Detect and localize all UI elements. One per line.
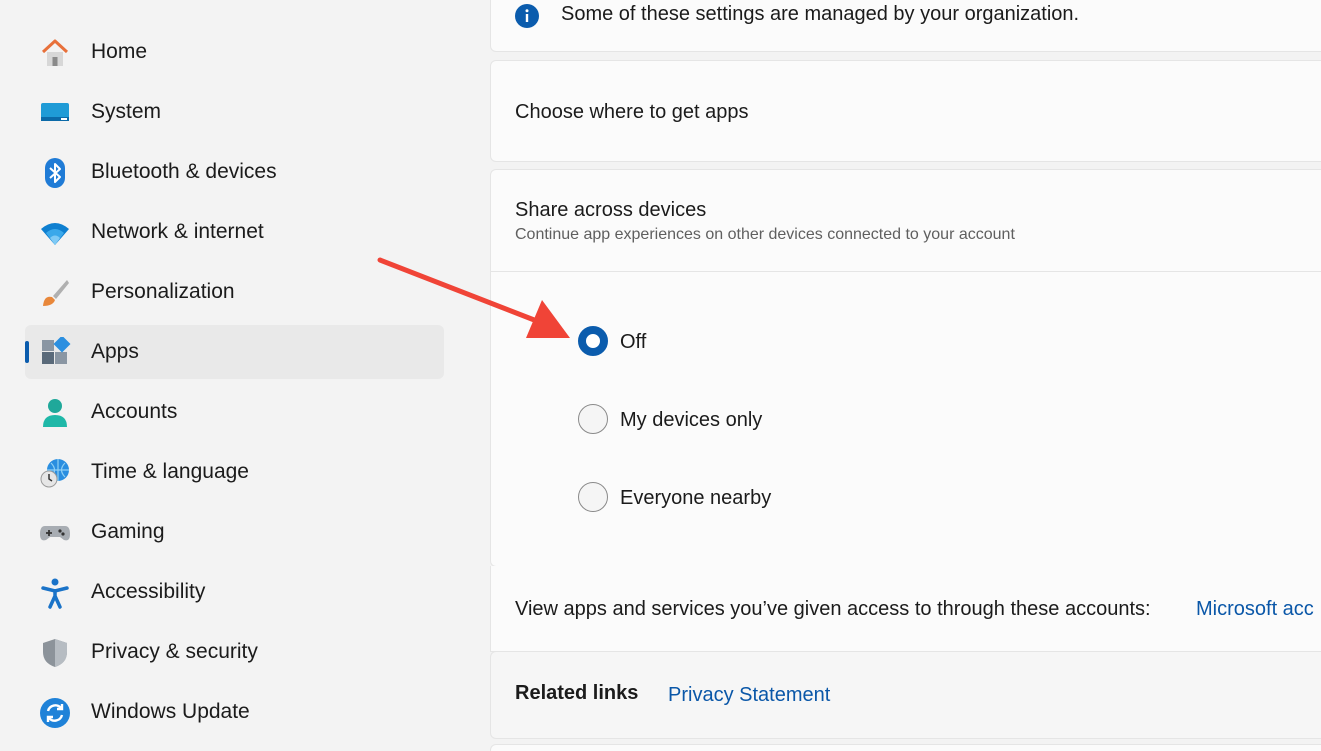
info-icon — [515, 4, 539, 33]
gamepad-icon — [39, 517, 71, 549]
sidebar-item-label: Time & language — [91, 460, 249, 483]
sidebar-item-label: Privacy & security — [91, 640, 258, 663]
sidebar-item-home[interactable]: Home — [25, 25, 444, 79]
sidebar-item-time-language[interactable]: Time & language — [25, 445, 444, 499]
sidebar-item-label: Network & internet — [91, 220, 264, 243]
radio-button[interactable] — [578, 404, 608, 434]
privacy-statement-link[interactable]: Privacy Statement — [668, 684, 830, 707]
account-icon — [39, 397, 71, 429]
sidebar-item-label: Gaming — [91, 520, 165, 543]
managed-notice-text: Some of these settings are managed by yo… — [561, 3, 1080, 25]
selection-indicator — [25, 341, 29, 363]
sidebar-item-privacy-security[interactable]: Privacy & security — [25, 625, 444, 679]
related-links-label: Related links — [515, 682, 639, 704]
share-across-devices-card: Share across devices Continue app experi… — [490, 169, 1321, 567]
globe-clock-icon — [39, 457, 71, 489]
account-access-card: View apps and services you’ve given acce… — [490, 566, 1321, 652]
related-links-card: Related links Privacy Statement — [490, 651, 1321, 739]
accessibility-icon — [39, 577, 71, 609]
next-card-edge — [490, 744, 1321, 751]
choose-where-label: Choose where to get apps — [515, 101, 749, 123]
home-icon — [39, 37, 71, 69]
settings-window: Home System Bluetooth & devices Network … — [0, 0, 1321, 751]
sidebar-item-label: Apps — [91, 340, 139, 363]
radio-button-checked[interactable] — [578, 326, 608, 356]
radio-label[interactable]: Off — [620, 331, 646, 354]
share-divider — [490, 271, 1321, 272]
account-access-text: View apps and services you’ve given acce… — [515, 598, 1151, 620]
system-icon — [39, 97, 71, 129]
radio-label[interactable]: My devices only — [620, 409, 762, 432]
sidebar-item-windows-update[interactable]: Windows Update — [25, 685, 444, 739]
sidebar-item-system[interactable]: System — [25, 85, 444, 139]
microsoft-account-link[interactable]: Microsoft acc — [1196, 598, 1314, 621]
share-subtitle: Continue app experiences on other device… — [515, 226, 1015, 243]
shield-icon — [39, 637, 71, 669]
sidebar-item-label: Home — [91, 40, 148, 63]
sidebar-item-accounts[interactable]: Accounts — [25, 385, 444, 439]
choose-where-card[interactable]: Choose where to get apps — [490, 60, 1321, 162]
annotation-arrow-icon — [377, 257, 570, 338]
apps-icon — [39, 337, 71, 369]
wifi-icon — [39, 217, 71, 249]
sidebar-item-label: Accessibility — [91, 580, 206, 603]
share-title: Share across devices — [515, 199, 707, 221]
sidebar-item-label: Windows Update — [91, 700, 250, 723]
update-icon — [39, 697, 71, 729]
sidebar-nav: Home System Bluetooth & devices Network … — [0, 0, 470, 751]
sidebar-item-bluetooth[interactable]: Bluetooth & devices — [25, 145, 444, 199]
sidebar-item-accessibility[interactable]: Accessibility — [25, 565, 444, 619]
sidebar-item-label: System — [91, 100, 162, 123]
sidebar-item-gaming[interactable]: Gaming — [25, 505, 444, 559]
managed-notice-card: Some of these settings are managed by yo… — [490, 0, 1321, 52]
bluetooth-icon — [39, 157, 71, 189]
radio-label[interactable]: Everyone nearby — [620, 487, 771, 510]
sidebar-item-label: Accounts — [91, 400, 178, 423]
sidebar-item-label: Personalization — [91, 280, 235, 303]
sidebar-item-label: Bluetooth & devices — [91, 160, 277, 183]
brush-icon — [39, 277, 71, 309]
radio-button[interactable] — [578, 482, 608, 512]
